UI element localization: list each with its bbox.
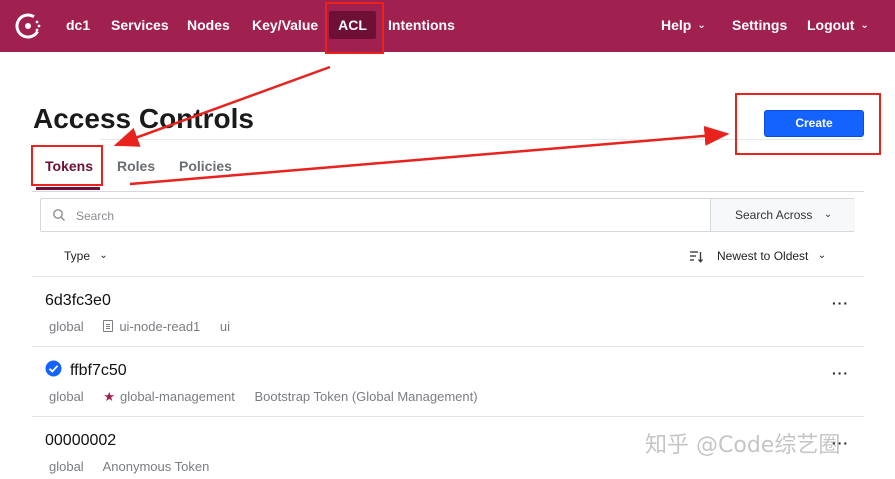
tab-policies[interactable]: Policies <box>179 158 232 174</box>
type-filter-label: Type <box>64 249 91 263</box>
token-policy: global-management <box>119 389 235 404</box>
token-description: Anonymous Token <box>102 459 210 474</box>
chevron-down-icon: ⌄ <box>823 209 833 220</box>
nav-settings[interactable]: Settings <box>732 17 787 33</box>
token-description: Bootstrap Token (Global Management) <box>254 389 478 404</box>
chevron-down-icon: ⌄ <box>817 250 827 261</box>
token-scope: global <box>49 459 84 474</box>
page-title: Access Controls <box>33 103 254 134</box>
nav-logout[interactable]: Logout ⌄ <box>807 17 869 33</box>
nav-logout-label: Logout <box>807 17 855 33</box>
token-meta: global ★ global-management Bootstrap Toke… <box>49 389 478 405</box>
token-id[interactable]: 00000002 <box>45 432 116 450</box>
token-meta: global ui-node-read1 ui <box>49 319 230 334</box>
row-actions-menu[interactable]: ··· <box>832 295 849 311</box>
token-meta: global Anonymous Token <box>49 459 209 474</box>
consul-logo-icon[interactable] <box>14 12 42 40</box>
tab-roles[interactable]: Roles <box>117 158 155 174</box>
sort-icon <box>690 251 703 263</box>
watermark: 知乎 @Code综艺圈 <box>645 433 841 458</box>
chevron-down-icon: ⌄ <box>697 20 706 31</box>
search-across-dropdown[interactable]: Search Across ⌄ <box>710 199 855 231</box>
active-tab-indicator <box>36 187 100 190</box>
annotation-box-create <box>735 93 881 155</box>
type-filter[interactable]: Type ⌄ <box>64 249 108 263</box>
token-scope: global <box>49 319 84 334</box>
datacenter-selector[interactable]: dc1 <box>66 17 90 33</box>
token-description: ui <box>219 319 231 334</box>
chevron-down-icon: ⌄ <box>860 20 869 31</box>
token-id[interactable]: 6d3fc3e0 <box>45 292 111 310</box>
token-scope: global <box>49 389 84 404</box>
sort-dropdown[interactable]: Newest to Oldest ⌄ <box>717 249 826 263</box>
search-across-label: Search Across <box>735 208 813 222</box>
nav-help[interactable]: Help ⌄ <box>661 17 706 33</box>
annotation-box-acl <box>325 2 384 54</box>
token-policy: ui-node-read1 <box>119 319 201 334</box>
search-input[interactable] <box>76 206 676 226</box>
nav-intentions[interactable]: Intentions <box>388 17 455 33</box>
nav-services[interactable]: Services <box>111 17 169 33</box>
token-id[interactable]: ffbf7c50 <box>70 362 127 380</box>
search-icon <box>53 209 65 221</box>
star-icon: ★ <box>103 389 115 404</box>
chevron-down-icon: ⌄ <box>99 250 108 261</box>
row-actions-menu[interactable]: ··· <box>832 365 849 381</box>
search-bar: Search Across ⌄ <box>40 198 855 232</box>
token-row[interactable]: ffbf7c50 global ★ global-management Boots… <box>32 347 864 417</box>
nav-nodes[interactable]: Nodes <box>187 17 230 33</box>
document-icon <box>103 320 114 332</box>
nav-key-value[interactable]: Key/Value <box>252 17 318 33</box>
token-row[interactable]: 6d3fc3e0 global ui-node-read1 ui ··· <box>32 277 864 347</box>
nav-help-label: Help <box>661 17 692 33</box>
top-nav: dc1 Services Nodes Key/Value ACL Intenti… <box>0 0 895 52</box>
tabs-divider <box>32 191 864 192</box>
check-circle-icon <box>45 360 62 377</box>
sort-label: Newest to Oldest <box>717 249 809 263</box>
annotation-box-tokens <box>31 145 103 186</box>
